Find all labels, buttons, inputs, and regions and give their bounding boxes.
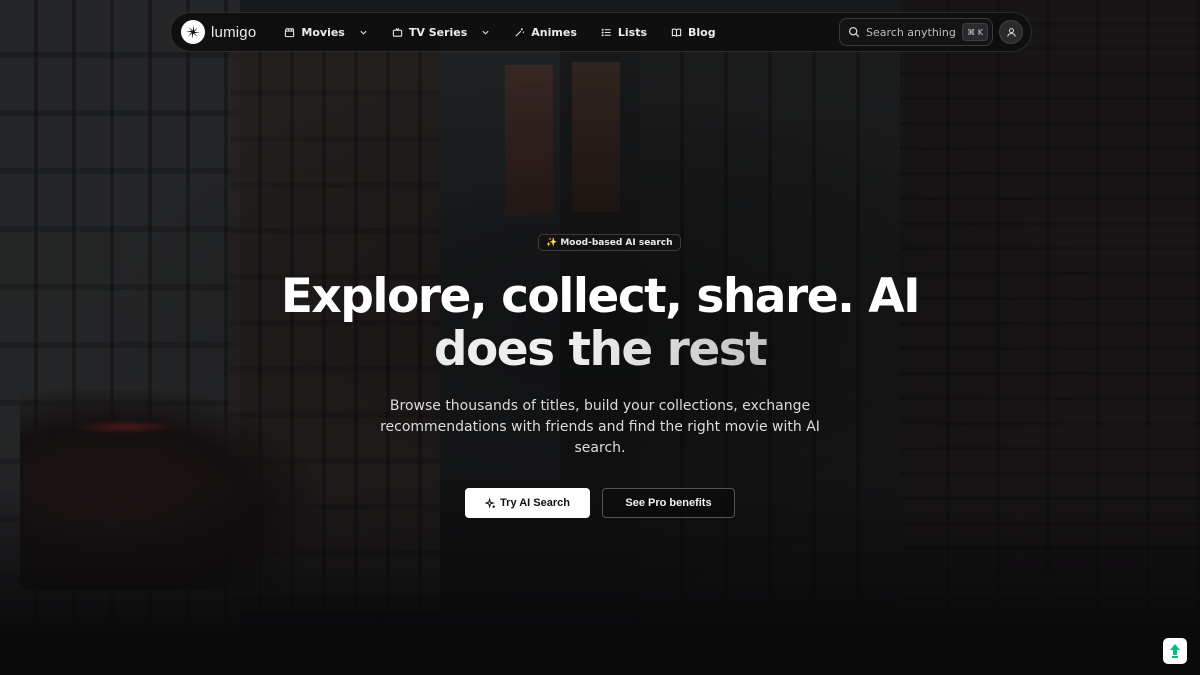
nav-label-lists: Lists [617, 25, 648, 39]
hero-headline-line1: Explore, collect, share. AI [280, 269, 921, 324]
see-pro-benefits-label: See Pro benefits [625, 497, 712, 509]
search-bar[interactable]: Search anything ⌘ K [839, 18, 993, 46]
nav-label-tv-series: TV Series [408, 25, 468, 39]
brand-name: lumigo [211, 23, 257, 41]
brand-logo-link[interactable]: lumigo [181, 20, 256, 44]
nav-item-tv-series[interactable]: TV Series [380, 18, 502, 46]
chevron-down-icon [360, 30, 367, 35]
sparkle-icon [485, 497, 496, 509]
hero-subtitle: Browse thousands of titles, build your c… [380, 398, 820, 456]
top-navbar: lumigo Movies TV Series Animes Lists Blo… [170, 12, 1032, 52]
hero-headline-line2: does the rest [200, 323, 1000, 377]
search-shortcut-badge: ⌘ K [962, 23, 988, 41]
book-icon [671, 28, 682, 37]
search-icon [848, 26, 860, 38]
tv-icon [392, 27, 403, 37]
arrow-up-icon [1170, 644, 1180, 658]
wand-icon [515, 27, 525, 37]
list-icon [601, 28, 611, 36]
page: lumigo Movies TV Series Animes Lists Blo… [0, 0, 1200, 675]
nav-label-blog: Blog [688, 25, 716, 39]
try-ai-search-label: Try AI Search [500, 497, 570, 509]
try-ai-search-button[interactable]: Try AI Search [465, 488, 590, 518]
nav-item-blog[interactable]: Blog [659, 18, 728, 46]
user-icon [1006, 27, 1016, 37]
logo-icon [181, 20, 205, 44]
floating-widget-button[interactable] [1163, 638, 1187, 664]
hero-badge: ✨ Mood-based AI search [538, 234, 681, 251]
nav-label-animes: Animes [531, 25, 577, 39]
nav-item-lists[interactable]: Lists [589, 18, 659, 46]
search-placeholder: Search anything [866, 25, 956, 39]
clapperboard-icon [285, 27, 295, 37]
see-pro-benefits-button[interactable]: See Pro benefits [602, 488, 735, 518]
nav-label-movies: Movies [301, 25, 345, 39]
nav-item-movies[interactable]: Movies [272, 18, 379, 46]
nav-links: Movies TV Series Animes Lists Blog [272, 18, 727, 46]
chevron-down-icon [482, 30, 489, 35]
nav-item-animes[interactable]: Animes [502, 18, 589, 46]
user-account-button[interactable] [999, 20, 1023, 44]
